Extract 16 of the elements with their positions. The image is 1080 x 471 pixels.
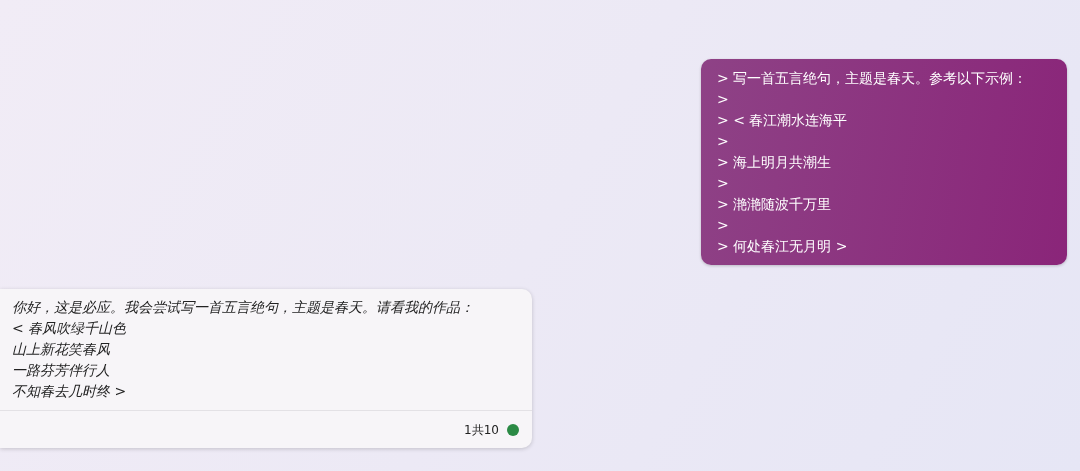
message-line: > 何处春江无月明 >: [717, 237, 849, 256]
status-dot-icon: [507, 424, 519, 436]
message-line: > 写一首五言绝句，主题是春天。参考以下示例：: [717, 69, 1029, 88]
message-line: >: [717, 216, 730, 235]
message-line: >: [717, 90, 730, 109]
message-line: 山上新花笑春风: [12, 340, 111, 359]
message-line: >: [717, 132, 730, 151]
message-line: 一路芬芳伴行人: [12, 361, 111, 380]
message-line: > 滟滟随波千万里: [717, 195, 833, 214]
message-counter: 1共10: [464, 422, 499, 439]
message-line: 不知春去几时终 >: [12, 382, 128, 401]
message-line: >: [717, 174, 730, 193]
message-line: 你好，这是必应。我会尝试写一首五言绝句，主题是春天。请看我的作品：: [12, 298, 475, 317]
message-line: > 海上明月共潮生: [717, 153, 833, 172]
message-line: < 春风吹绿千山色: [12, 319, 128, 338]
message-line: > < 春江潮水连海平: [717, 111, 849, 130]
